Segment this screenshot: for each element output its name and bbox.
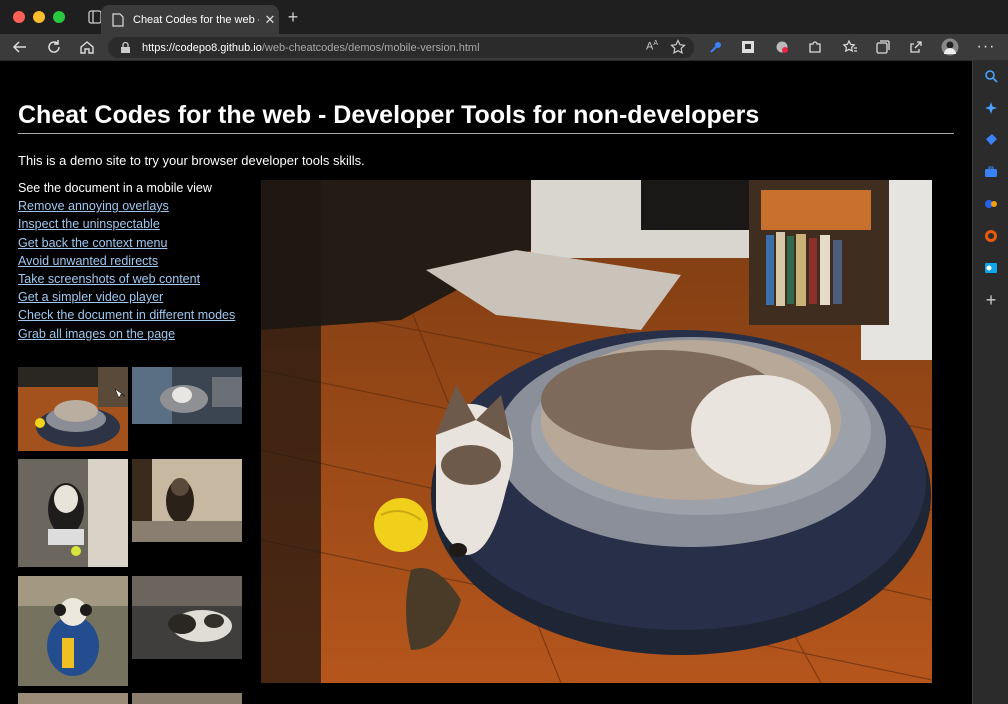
extension-box-icon[interactable]: [738, 37, 758, 57]
intro-text: This is a demo site to try your browser …: [18, 153, 365, 168]
window-controls: [13, 11, 65, 23]
thumbnail-spaniel-jacket[interactable]: [18, 576, 128, 686]
link-remove-overlays[interactable]: Remove annoying overlays: [18, 197, 235, 215]
extensions-puzzle-icon[interactable]: [805, 37, 825, 57]
thumbnail-spaniel-sofa[interactable]: [132, 576, 242, 659]
shopping-tag-icon[interactable]: [983, 132, 999, 148]
discover-sparkle-icon[interactable]: [983, 100, 999, 116]
thumbnail-spaniel-standing[interactable]: [132, 459, 242, 542]
home-icon[interactable]: [77, 37, 97, 57]
tools-briefcase-icon[interactable]: [983, 164, 999, 180]
close-window-button[interactable]: [13, 11, 25, 23]
settings-more-icon[interactable]: ···: [976, 37, 996, 57]
link-context-menu[interactable]: Get back the context menu: [18, 234, 235, 252]
reload-icon[interactable]: [44, 37, 64, 57]
new-tab-button[interactable]: +: [285, 8, 301, 26]
read-aloud-icon[interactable]: AA: [646, 40, 658, 53]
outlook-icon[interactable]: [983, 260, 999, 276]
nav-heading: See the document in a mobile view: [18, 181, 212, 195]
demo-links-nav: See the document in a mobile view Remove…: [18, 179, 235, 343]
link-video-player[interactable]: Get a simpler video player: [18, 288, 235, 306]
thumbnail-spaniel-ball[interactable]: [18, 459, 128, 567]
thumbnail-husky-couch[interactable]: [132, 367, 242, 424]
thumbnail-husky-bed[interactable]: [18, 367, 128, 451]
add-favorite-icon[interactable]: [670, 39, 686, 60]
url-host: https://codepo8.github.io: [142, 41, 262, 54]
page-title: Cheat Codes for the web - Developer Tool…: [18, 99, 954, 134]
address-bar[interactable]: https://codepo8.github.io/web-cheatcodes…: [108, 37, 694, 58]
search-icon[interactable]: [983, 68, 999, 84]
favorites-icon[interactable]: [840, 37, 860, 57]
tab-title: Cheat Codes for the web - Developer Tool…: [133, 13, 259, 26]
extension-badge-icon[interactable]: [772, 37, 792, 57]
link-grab-images[interactable]: Grab all images on the page: [18, 325, 235, 343]
page-favicon-icon: [111, 12, 125, 27]
extension-key-icon[interactable]: [706, 37, 726, 57]
main-photo-husky[interactable]: [261, 180, 932, 683]
minimize-window-button[interactable]: [33, 11, 45, 23]
link-inspect-uninspectable[interactable]: Inspect the uninspectable: [18, 215, 235, 233]
collections-icon[interactable]: [873, 37, 893, 57]
browser-sidebar: +: [972, 60, 1008, 704]
thumbnail-partial-1[interactable]: [18, 693, 128, 704]
url-text: https://codepo8.github.io/web-cheatcodes…: [142, 42, 480, 54]
profile-avatar[interactable]: [940, 37, 960, 57]
add-sidebar-item-icon[interactable]: +: [983, 290, 999, 310]
lock-icon[interactable]: [120, 41, 132, 55]
tab-close-icon[interactable]: ✕: [263, 12, 277, 28]
link-avoid-redirects[interactable]: Avoid unwanted redirects: [18, 252, 235, 270]
link-different-modes[interactable]: Check the document in different modes: [18, 306, 235, 324]
office-icon[interactable]: [983, 228, 999, 244]
url-path: /web-cheatcodes/demos/mobile-version.htm…: [261, 41, 480, 54]
thumbnail-partial-2[interactable]: [132, 693, 242, 704]
zoom-window-button[interactable]: [53, 11, 65, 23]
games-icon[interactable]: [983, 196, 999, 212]
web-page: Cheat Codes for the web - Developer Tool…: [0, 61, 972, 704]
share-icon[interactable]: [906, 37, 926, 57]
tab-active[interactable]: Cheat Codes for the web - Developer Tool…: [101, 5, 279, 34]
back-arrow-icon[interactable]: [10, 37, 30, 57]
link-screenshots[interactable]: Take screenshots of web content: [18, 270, 235, 288]
browser-toolbar: https://codepo8.github.io/web-cheatcodes…: [0, 34, 1008, 61]
